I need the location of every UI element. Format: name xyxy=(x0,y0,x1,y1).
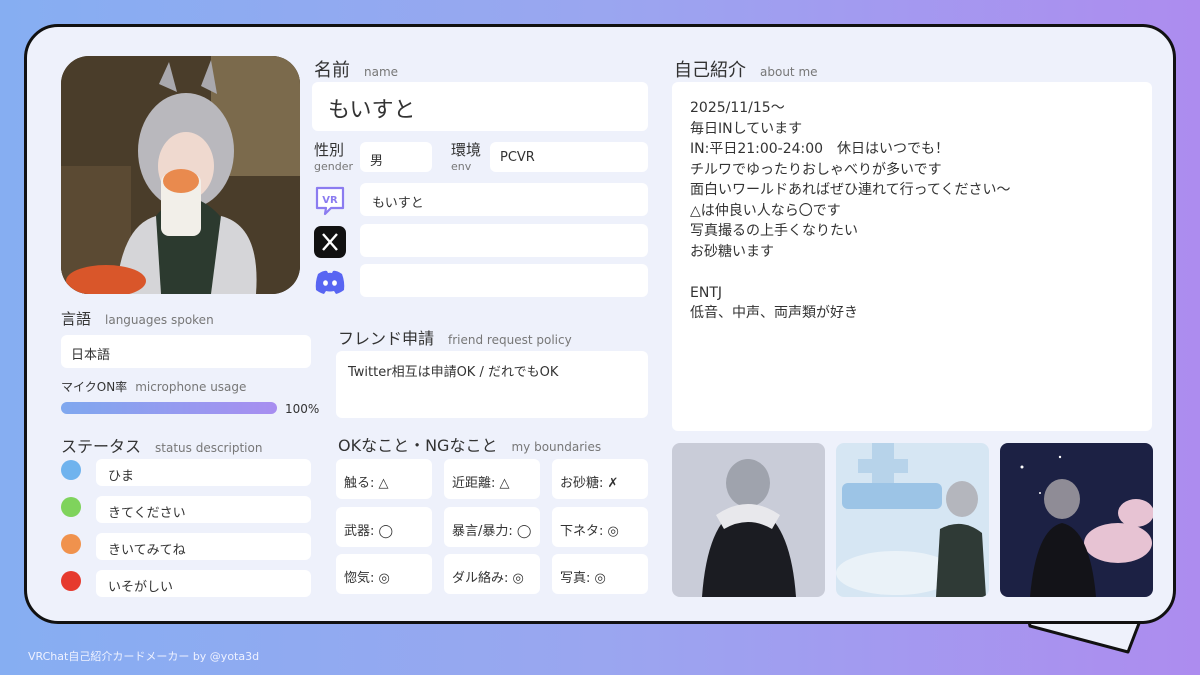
footer-credit: VRChat自己紹介カードメーカー by @yota3d xyxy=(28,650,260,663)
env-value: PCVR xyxy=(500,150,535,165)
friend-label: フレンド申請 xyxy=(338,329,435,348)
status-label: ステータス xyxy=(61,437,142,456)
vrchat-value: もいすと xyxy=(372,196,424,211)
boundary-item-text: ダル絡み: ◎ xyxy=(452,571,524,586)
boundary-item: お砂糖: ✗ xyxy=(552,459,648,499)
status-item-text: ひま xyxy=(108,469,135,484)
languages-field: 日本語 xyxy=(61,335,311,368)
languages-header: 言語 languages spoken xyxy=(61,308,214,329)
mic-usage-fill xyxy=(61,402,277,414)
env-field: PCVR xyxy=(490,142,648,172)
gender-field: 男 xyxy=(360,142,432,172)
status-dot xyxy=(61,571,81,591)
mic-usage-bar xyxy=(61,402,277,414)
boundaries-header: OKなこと・NGなこと my boundaries xyxy=(338,432,601,456)
name-field: もいすと xyxy=(312,82,648,131)
about-header: 自己紹介 about me xyxy=(674,56,818,82)
status-item: きてください xyxy=(96,496,311,523)
gender-label: 性別 xyxy=(314,141,345,159)
friend-header: フレンド申請 friend request policy xyxy=(338,325,572,349)
discord-field xyxy=(360,264,648,297)
about-label-en: about me xyxy=(760,65,818,79)
vrchat-field: もいすと xyxy=(360,183,648,216)
env-label: 環境 xyxy=(451,141,482,159)
x-icon xyxy=(314,226,346,258)
status-dot xyxy=(61,460,81,480)
env-label-en: env xyxy=(451,160,472,173)
about-text: 2025/11/15〜 毎日INしています IN:平日21:00-24:00 休… xyxy=(690,100,1011,321)
mic-header: マイクON率 microphone usage xyxy=(61,378,246,395)
boundary-item: 惚気: ◎ xyxy=(336,554,432,594)
status-item-text: きいてみてね xyxy=(108,543,186,558)
about-label: 自己紹介 xyxy=(674,60,746,81)
boundary-item-text: お砂糖: ✗ xyxy=(560,476,619,491)
boundary-item-text: 写真: ◎ xyxy=(560,571,606,586)
boundary-item: 武器: ◯ xyxy=(336,507,432,547)
status-item-text: いそがしい xyxy=(108,580,174,595)
name-value: もいすと xyxy=(328,98,416,123)
env-label-group: 環境 env xyxy=(451,141,482,173)
boundaries-label: OKなこと・NGなこと xyxy=(338,436,498,455)
boundary-item-text: 武器: ◯ xyxy=(344,524,394,539)
x-field xyxy=(360,224,648,257)
boundary-item: 暴言/暴力: ◯ xyxy=(444,507,540,547)
boundary-item-text: 暴言/暴力: ◯ xyxy=(452,524,532,539)
status-item-text: きてください xyxy=(108,506,186,521)
mic-label-en: microphone usage xyxy=(135,380,247,394)
gender-label-en: gender xyxy=(314,160,353,173)
friend-value: Twitter相互は申請OK / だれでもOK xyxy=(348,365,559,380)
boundary-item: 近距離: △ xyxy=(444,459,540,499)
status-item: いそがしい xyxy=(96,570,311,597)
gender-value: 男 xyxy=(370,154,384,169)
boundaries-label-en: my boundaries xyxy=(511,440,602,454)
boundary-item: 触る: △ xyxy=(336,459,432,499)
boundary-item-text: 近距離: △ xyxy=(452,476,510,491)
boundary-item-text: 下ネタ: ◎ xyxy=(560,524,619,539)
avatar-photo xyxy=(61,56,300,294)
friend-field: Twitter相互は申請OK / だれでもOK xyxy=(336,351,648,418)
name-label-en: name xyxy=(364,65,399,79)
boundary-item: 写真: ◎ xyxy=(552,554,648,594)
mic-label: マイクON率 xyxy=(61,380,128,394)
status-dot xyxy=(61,497,81,517)
gallery-photo-3 xyxy=(1000,443,1153,597)
boundary-item-text: 惚気: ◎ xyxy=(344,571,390,586)
status-dot xyxy=(61,534,81,554)
discord-icon xyxy=(315,270,345,294)
svg-text:VR: VR xyxy=(322,195,338,206)
status-item: ひま xyxy=(96,459,311,486)
status-item: きいてみてね xyxy=(96,533,311,560)
status-header: ステータス status description xyxy=(61,433,262,457)
languages-value: 日本語 xyxy=(71,348,111,363)
name-label: 名前 xyxy=(314,60,350,81)
vrchat-icon: VR xyxy=(315,186,345,216)
boundary-item: ダル絡み: ◎ xyxy=(444,554,540,594)
mic-value: 100% xyxy=(285,402,320,416)
gallery-photo-1 xyxy=(672,443,825,597)
gender-label-group: 性別 gender xyxy=(314,141,353,173)
name-header: 名前 name xyxy=(314,56,398,82)
gallery-photo-2 xyxy=(836,443,989,597)
languages-label-en: languages spoken xyxy=(105,313,214,327)
boundary-item-text: 触る: △ xyxy=(344,476,389,491)
status-label-en: status description xyxy=(155,441,263,455)
languages-label: 言語 xyxy=(61,310,92,328)
boundary-item: 下ネタ: ◎ xyxy=(552,507,648,547)
friend-label-en: friend request policy xyxy=(448,333,572,347)
